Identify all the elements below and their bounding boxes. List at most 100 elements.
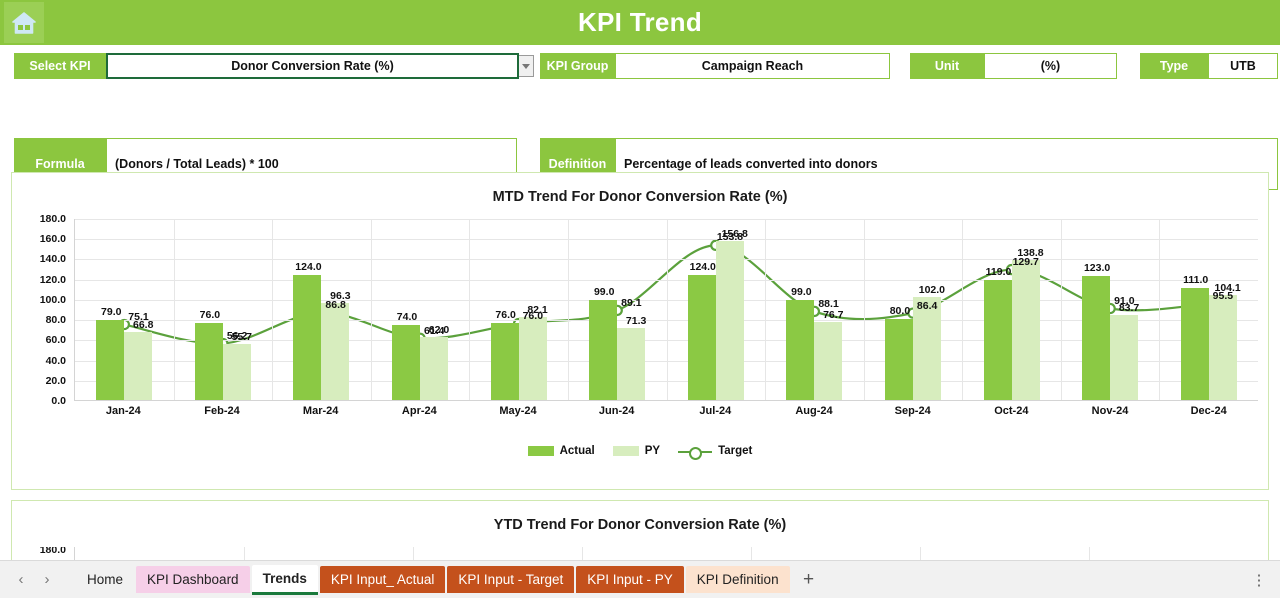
legend-item-target: Target: [678, 445, 753, 460]
select-kpi-dropdown-arrow-icon[interactable]: [518, 55, 534, 77]
data-label-target: 95.5: [1212, 290, 1234, 303]
ytd-y-tick-label: 180.0: [39, 547, 66, 556]
home-icon: [12, 11, 36, 34]
legend-label-py: PY: [644, 445, 661, 457]
home-button[interactable]: [4, 2, 44, 43]
legend-item-actual: Actual: [527, 445, 595, 457]
y-tick-label: 0.0: [51, 395, 66, 407]
kpi-group-field: KPI Group Campaign Reach: [540, 53, 890, 79]
data-label-target: 56.2: [226, 330, 248, 343]
y-tick-label: 180.0: [39, 213, 66, 225]
mtd-plot: 79.0 66.8 75.1 76.0 55.7 56.2 124.0 96.3 86.8 74.…: [74, 219, 1258, 401]
unit-label: Unit: [910, 53, 984, 79]
data-label-target: 86.8: [325, 299, 346, 312]
bar-py: [420, 337, 449, 400]
sheet-tab-label: KPI Dashboard: [147, 572, 239, 587]
bar-actual: [786, 299, 815, 400]
y-tick-label: 80.0: [45, 314, 66, 327]
prev-sheet-button[interactable]: ‹: [8, 567, 34, 593]
bar-actual: [687, 274, 716, 400]
chart-category: [371, 219, 470, 400]
sheet-tab-label: KPI Input - Target: [458, 572, 564, 587]
kpi-group-label: KPI Group: [540, 53, 615, 79]
sheet-tab-bar: ‹ › Home KPI Dashboard Trends KPI Input_ Ac…: [0, 560, 1280, 598]
sheet-tabs: Home KPI Dashboard Trends KPI Input_ Actual…: [76, 564, 792, 595]
y-tick-label: 20.0: [45, 374, 66, 387]
sheet-tab-kpi-input-py[interactable]: KPI Input - PY: [576, 566, 684, 593]
add-sheet-button[interactable]: +: [792, 567, 826, 593]
all-sheets-menu-button[interactable]: ⋮: [1246, 567, 1272, 593]
sheet-tab-kpi-input-target[interactable]: KPI Input - Target: [447, 566, 575, 593]
data-label-target: 76.0: [522, 310, 544, 323]
chart-category: [1061, 219, 1160, 400]
bar-actual: [1180, 287, 1209, 400]
chart-category: [75, 219, 174, 400]
bar-py: [222, 343, 251, 400]
sheet-tab-label: KPI Definition: [696, 572, 779, 587]
data-label-target: 88.1: [818, 297, 839, 310]
x-tick-label: Feb-24: [204, 405, 240, 417]
x-tick-label: Jul-24: [699, 405, 732, 417]
sheet-tab-label: Trends: [262, 570, 307, 586]
y-tick-label: 160.0: [39, 233, 66, 246]
mtd-chart-panel: MTD Trend For Donor Conversion Rate (%) …: [11, 172, 1269, 490]
x-tick-label: Mar-24: [302, 405, 339, 417]
bar-actual: [589, 299, 618, 400]
sheet-tab-kpi-definition[interactable]: KPI Definition: [685, 566, 790, 593]
sheet-tab-kpi-input-actual[interactable]: KPI Input_ Actual: [319, 566, 446, 593]
type-value: UTB: [1208, 53, 1278, 79]
sheet-tab-kpi-dashboard[interactable]: KPI Dashboard: [136, 566, 250, 593]
data-label-actual: 124.0: [295, 260, 322, 273]
data-label-target: 61.4: [424, 324, 445, 337]
sheet-tab-trends[interactable]: Trends: [251, 564, 318, 595]
bar-py: [715, 241, 744, 400]
data-label-actual: 76.0: [495, 309, 516, 322]
chart-category: [1159, 219, 1258, 400]
sheet-tab-label: Home: [87, 572, 124, 587]
bar-py: [1110, 315, 1139, 400]
bar-actual: [293, 274, 322, 400]
legend-swatch-target: [678, 446, 713, 460]
data-label-actual: 79.0: [101, 306, 122, 319]
type-field: Type UTB: [1140, 53, 1278, 79]
unit-field: Unit (%): [910, 53, 1117, 79]
bar-py: [814, 322, 843, 400]
mtd-legend: Actual PY Target: [12, 445, 1268, 460]
x-tick-label: Oct-24: [994, 405, 1029, 417]
next-sheet-button[interactable]: ›: [34, 567, 60, 593]
sheet-tab-home[interactable]: Home: [76, 566, 134, 593]
data-label-actual: 119.0: [985, 265, 1012, 278]
select-kpi-field[interactable]: Select KPI Donor Conversion Rate (%): [14, 53, 534, 79]
data-label-target: 129.7: [1012, 255, 1039, 268]
sheet-tab-label: KPI Input - PY: [587, 572, 673, 587]
sheet-tab-label: KPI Input_ Actual: [330, 572, 435, 587]
data-label-target: 91.0: [1114, 294, 1135, 307]
x-tick-label: Sep-24: [894, 405, 931, 417]
bar-py: [617, 327, 646, 400]
chart-category: [765, 219, 864, 400]
mtd-y-axis: 0.0 20.0 40.0 60.0 80.0 100.0 120.0 140.0 160.0 1…: [22, 213, 70, 407]
legend-swatch-actual: [527, 446, 554, 456]
chart-category: [272, 219, 371, 400]
bar-actual: [1082, 275, 1111, 400]
unit-value: (%): [984, 53, 1117, 79]
data-label-actual: 99.0: [593, 285, 615, 298]
data-label-target: 89.1: [621, 296, 642, 309]
data-label-target: 153.8: [716, 231, 744, 244]
bar-actual: [490, 323, 519, 400]
bar-actual: [96, 320, 125, 400]
select-kpi-value[interactable]: Donor Conversion Rate (%): [106, 53, 519, 79]
x-tick-label: May-24: [499, 405, 537, 417]
legend-label-target: Target: [718, 445, 753, 457]
kpi-meta-strip: Formula (Donors / Total Leads) * 100 Def…: [0, 86, 1280, 190]
legend-label-actual: Actual: [559, 445, 595, 457]
legend-swatch-py: [612, 446, 639, 456]
chart-category: [174, 219, 273, 400]
y-tick-label: 100.0: [39, 293, 66, 306]
ytd-chart-title: YTD Trend For Donor Conversion Rate (%): [493, 517, 787, 533]
kpi-selector-strip: Select KPI Donor Conversion Rate (%) KPI…: [0, 45, 1280, 86]
x-tick-label: Aug-24: [795, 405, 833, 417]
data-label-target: 75.1: [128, 311, 149, 324]
x-tick-label: Nov-24: [1091, 405, 1129, 417]
data-label-actual: 123.0: [1083, 261, 1111, 274]
